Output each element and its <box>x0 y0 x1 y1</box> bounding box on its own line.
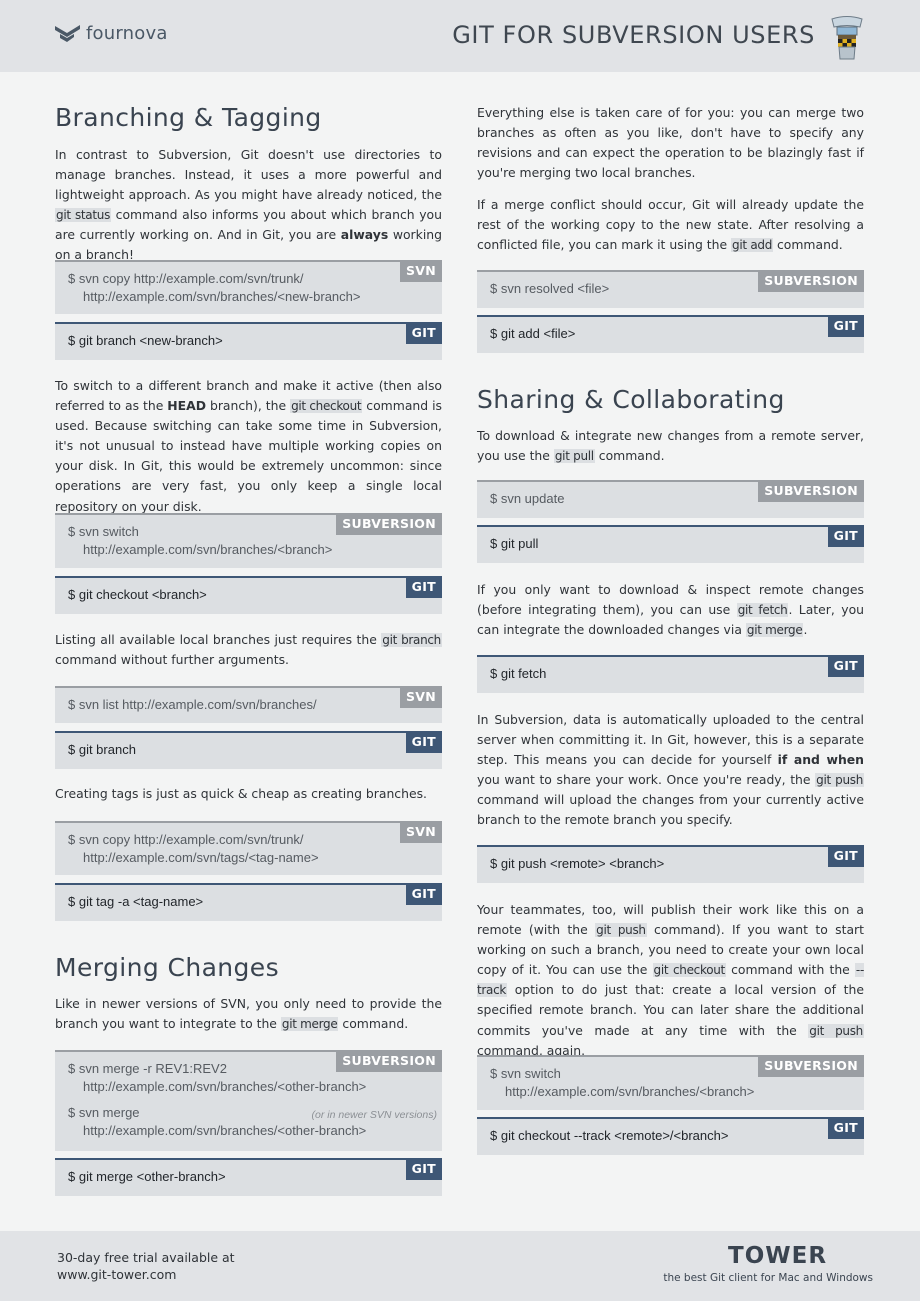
git-code-box: GIT $ git branch <new-branch> <box>55 322 442 360</box>
heading-merging-changes: Merging Changes <box>55 953 280 982</box>
heading-branching-tagging: Branching & Tagging <box>55 103 322 132</box>
git-code-box: GIT $ git pull <box>477 525 864 563</box>
svn-code-box: SVN $ svn list http://example.com/svn/br… <box>55 686 442 723</box>
svn-code-box: SUBVERSION $ svn switch http://example.co… <box>55 513 442 568</box>
paragraph-merge-details: Everything else is taken care of for you… <box>477 105 864 181</box>
git-tag: GIT <box>827 525 864 547</box>
git-tag: GIT <box>405 1158 442 1180</box>
document-title: GIT FOR SUBVERSION USERS <box>452 21 815 49</box>
page-header: fournova GIT FOR SUBVERSION USERS <box>0 0 920 72</box>
svn-code-box: SUBVERSION $ svn update <box>477 480 864 518</box>
git-tag: GIT <box>827 1117 864 1139</box>
inline-code: git branch <box>381 633 442 647</box>
paragraph-merging-intro: Like in newer versions of SVN, you only … <box>55 996 442 1032</box>
paragraph-branching-intro: In contrast to Subversion, Git doesn't u… <box>55 147 442 263</box>
git-code-box: GIT $ git checkout --track <remote>/<bra… <box>477 1117 864 1155</box>
tower-app-icon <box>831 16 863 60</box>
git-tag: GIT <box>827 315 864 337</box>
subversion-tag: SUBVERSION <box>336 513 442 535</box>
paragraph-pull-intro: To download & integrate new changes from… <box>477 428 864 464</box>
paragraph-fetch: If you only want to download & inspect r… <box>477 582 864 638</box>
inline-code: git merge <box>745 623 804 638</box>
logo-text: fournova <box>86 22 168 44</box>
inline-code: git merge <box>280 1017 339 1032</box>
heading-sharing-collaborating: Sharing & Collaborating <box>477 385 785 414</box>
svn-version-note: (or in newer SVN versions) <box>311 1109 437 1121</box>
tower-tagline: the best Git client for Mac and Windows <box>663 1272 873 1284</box>
git-tag: GIT <box>405 322 442 344</box>
git-code-box: GIT $ git fetch <box>477 655 864 693</box>
subversion-tag: SUBVERSION <box>336 1050 442 1072</box>
inline-code: git push <box>595 923 647 938</box>
trial-text: 30-day free trial available at <box>57 1250 235 1265</box>
page-footer: 30-day free trial available at www.git-t… <box>0 1231 920 1301</box>
paragraph-list-branches: Listing all available local branches jus… <box>55 632 442 668</box>
fournova-logo-icon <box>55 25 80 42</box>
git-code-box: GIT $ git push <remote> <branch> <box>477 845 864 883</box>
svn-tag: SVN <box>399 260 442 282</box>
svn-code-box: SUBVERSION $ svn resolved <file> <box>477 270 864 308</box>
git-code-box: GIT $ git checkout <branch> <box>55 576 442 614</box>
svn-code-box: SVN $ svn copy http://example.com/svn/tr… <box>55 821 442 875</box>
git-code-box: GIT $ git merge <other-branch> <box>55 1158 442 1196</box>
inline-code: git push <box>808 1023 864 1038</box>
git-code-box: GIT $ git add <file> <box>477 315 864 353</box>
svn-tag: SVN <box>399 821 442 843</box>
tower-brand: TOWER <box>728 1243 828 1269</box>
website-link[interactable]: www.git-tower.com <box>57 1267 176 1282</box>
subversion-tag: SUBVERSION <box>758 480 864 502</box>
svn-code-box: SVN $ svn copy http://example.com/svn/tr… <box>55 260 442 314</box>
svn-tag: SVN <box>399 686 442 708</box>
git-tag: GIT <box>827 845 864 867</box>
inline-code: git push <box>815 773 865 788</box>
paragraph-switch-branch: To switch to a different branch and make… <box>55 378 442 514</box>
paragraph-merge-conflict: If a merge conflict should occur, Git wi… <box>477 197 864 253</box>
inline-code: git pull <box>553 449 595 464</box>
inline-code: git add <box>731 238 774 253</box>
git-code-box: GIT $ git branch <box>55 731 442 769</box>
inline-code: git status <box>55 208 112 223</box>
inline-code: git checkout <box>652 963 726 978</box>
git-code-box: GIT $ git tag -a <tag-name> <box>55 883 442 921</box>
inline-code: git fetch <box>736 603 789 618</box>
svn-code-box: SUBVERSION $ svn switch http://example.co… <box>477 1055 864 1110</box>
inline-code: git checkout <box>290 399 363 414</box>
git-tag: GIT <box>405 576 442 598</box>
paragraph-tags: Creating tags is just as quick & cheap a… <box>55 786 427 801</box>
subversion-tag: SUBVERSION <box>758 1055 864 1077</box>
fournova-logo: fournova <box>54 22 168 44</box>
git-tag: GIT <box>827 655 864 677</box>
paragraph-track: Your teammates, too, will publish their … <box>477 902 864 1058</box>
paragraph-push: In Subversion, data is automatically upl… <box>477 712 865 828</box>
git-tag: GIT <box>405 883 442 905</box>
git-tag: GIT <box>405 731 442 753</box>
subversion-tag: SUBVERSION <box>758 270 864 292</box>
svn-code-box: SUBVERSION $ svn merge -r REV1:REV2 http:… <box>55 1050 442 1151</box>
